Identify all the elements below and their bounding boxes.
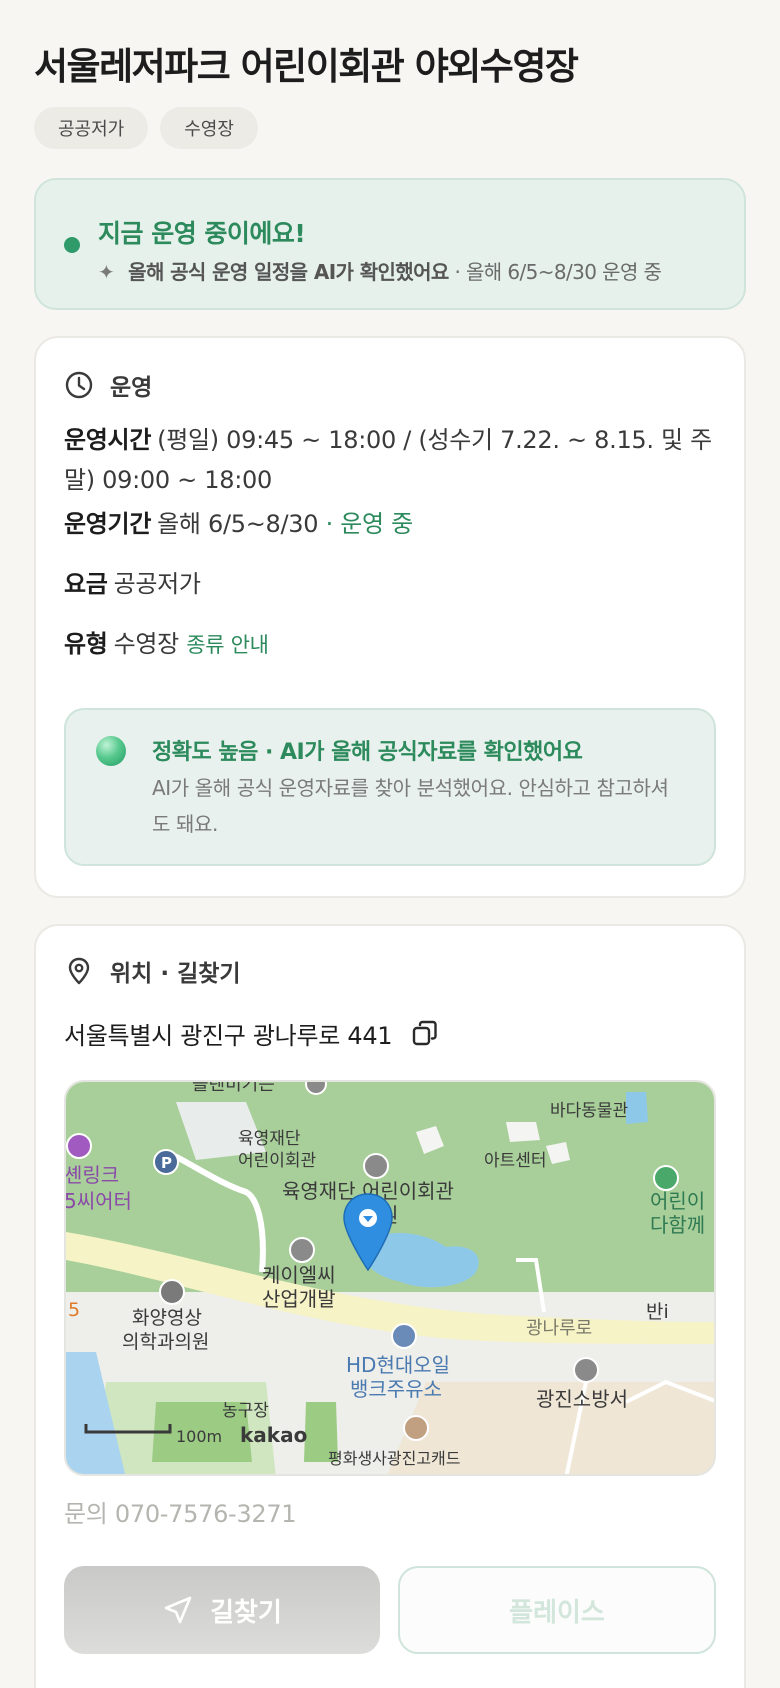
- status-title: 지금 운영 중이에요!: [98, 219, 306, 248]
- fee-value: 공공저가: [113, 570, 201, 598]
- map-label-bottom: 평화생사광진고캐드: [328, 1449, 460, 1468]
- map-label-top: 플렌비기쁜: [192, 1082, 275, 1095]
- address-row: 서울특별시 광진구 광나루로 441: [64, 1016, 440, 1051]
- location-pin-icon: [68, 957, 90, 985]
- type-label: 유형: [64, 630, 108, 658]
- map-label-clinic1: 화양영상: [132, 1307, 202, 1329]
- map-label-kel1: 케이엘씨: [262, 1263, 336, 1287]
- period-label: 운영기간: [64, 510, 152, 538]
- fee-row: 요금 공공저가: [64, 564, 714, 604]
- status-ai-note: 올해 공식 운영 일정을 AI가 확인했어요: [128, 260, 449, 284]
- ai-accuracy-box: 정확도 높음 · AI가 올해 공식자료를 확인했어요 AI가 올해 공식 운영…: [64, 708, 716, 866]
- clock-icon: [65, 371, 93, 399]
- page-title: 서울레저파크 어린이회관 야외수영장: [34, 45, 579, 88]
- period-value: 올해 6/5~8/30: [157, 510, 319, 538]
- operation-section-label: 운영: [110, 375, 153, 401]
- place-detail-page: 서울레저파크 어린이회관 야외수영장 공공저가 수영장 지금 운영 중이에요! …: [0, 0, 780, 1688]
- map-label-left2: 5씨어터: [66, 1189, 132, 1213]
- map-label-yj-small2: 어린이회관: [238, 1151, 316, 1171]
- location-header: 위치 · 길찾기: [64, 954, 241, 988]
- map-label-kel2: 산업개발: [262, 1287, 336, 1311]
- map-label-right2: 다함께: [650, 1213, 705, 1237]
- period-status: · 운영 중: [318, 510, 414, 538]
- map-label-left1: 셴링크: [66, 1163, 119, 1187]
- status-dot: [64, 237, 80, 253]
- map-label-oil2: 뱅크주유소: [350, 1377, 442, 1401]
- map-label-clinic2: 의학과의원: [122, 1331, 209, 1353]
- address-text: 서울특별시 광진구 광나루로 441: [64, 1022, 393, 1050]
- map-label-right1: 어린이: [650, 1189, 705, 1213]
- operation-card: 운영 운영시간 (평일) 09:45 ~ 18:00 / (성수기 7.22. ~…: [34, 336, 746, 898]
- hours-label: 운영시간: [64, 426, 152, 454]
- copy-icon[interactable]: [410, 1019, 440, 1049]
- type-row: 유형 수영장 종류 안내: [64, 624, 714, 665]
- operation-header: 운영: [64, 368, 152, 402]
- ai-orb-icon: [96, 736, 126, 766]
- ai-accuracy-title: 정확도 높음 · AI가 올해 공식자료를 확인했어요: [152, 740, 583, 765]
- map-view[interactable]: 플렌비기쁜 바다동물관 육영재단 어린이회관 아트센터 육영재단 어린이회관 원…: [64, 1080, 716, 1476]
- location-card: 위치 · 길찾기 서울특별시 광진구 광나루로 441 플렌비기쁜 바다동물관 …: [34, 924, 746, 1688]
- map-label-num: 5: [68, 1299, 80, 1321]
- map-canvas[interactable]: 플렌비기쁜 바다동물관 육영재단 어린이회관 아트센터 육영재단 어린이회관 원…: [66, 1082, 716, 1476]
- location-section-label: 위치 · 길찾기: [110, 961, 241, 987]
- tag-category[interactable]: 수영장: [160, 107, 258, 149]
- map-label-sea-animal: 바다동물관: [550, 1101, 628, 1121]
- map-label-oil1: HD현대오일: [346, 1353, 450, 1377]
- period-row: 운영기간 올해 6/5~8/30 · 운영 중: [64, 504, 714, 544]
- route-button-label: 길찾기: [210, 1597, 282, 1628]
- svg-text:P: P: [161, 1154, 172, 1172]
- map-label-road: 광나루로: [526, 1318, 592, 1339]
- status-period: · 올해 6/5~8/30 운영 중: [448, 260, 662, 284]
- map-brand-logo: kakao: [240, 1423, 307, 1447]
- contact-phone[interactable]: 문의 070-7576-3271: [64, 1494, 297, 1529]
- hours-row: 운영시간 (평일) 09:45 ~ 18:00 / (성수기 7.22. ~ 8.…: [64, 420, 714, 500]
- status-subtitle: ✦ 올해 공식 운영 일정을 AI가 확인했어요 · 올해 6/5~8/30 운영…: [98, 256, 662, 285]
- tag-price[interactable]: 공공저가: [34, 107, 149, 149]
- map-label-yj-small1: 육영재단: [238, 1129, 301, 1149]
- status-card: 지금 운영 중이에요! ✦ 올해 공식 운영 일정을 AI가 확인했어요 · 올해…: [34, 178, 746, 310]
- type-guide-link[interactable]: 종류 안내: [186, 633, 269, 657]
- map-label-right3: 반i: [646, 1301, 669, 1323]
- type-value: 수영장: [113, 630, 180, 658]
- map-label-court: 농구장: [222, 1401, 269, 1421]
- sparkle-icon: ✦: [98, 260, 115, 284]
- navigation-arrow-icon: [164, 1596, 192, 1624]
- map-scale-label: 100m: [176, 1427, 222, 1446]
- ai-accuracy-text: AI가 올해 공식 운영자료를 찾아 분석했어요. 안심하고 참고하셔도 돼요.: [152, 776, 669, 836]
- map-label-fire: 광진소방서: [536, 1387, 628, 1411]
- fee-label: 요금: [64, 570, 108, 598]
- place-button-label: 플레이스: [509, 1597, 605, 1628]
- tag-list: 공공저가 수영장: [34, 107, 258, 149]
- map-label-art-center: 아트센터: [484, 1151, 547, 1171]
- route-button[interactable]: 길찾기: [64, 1566, 380, 1654]
- hours-value: (평일) 09:45 ~ 18:00 / (성수기 7.22. ~ 8.15. …: [64, 426, 712, 494]
- place-button[interactable]: 플레이스: [398, 1566, 716, 1654]
